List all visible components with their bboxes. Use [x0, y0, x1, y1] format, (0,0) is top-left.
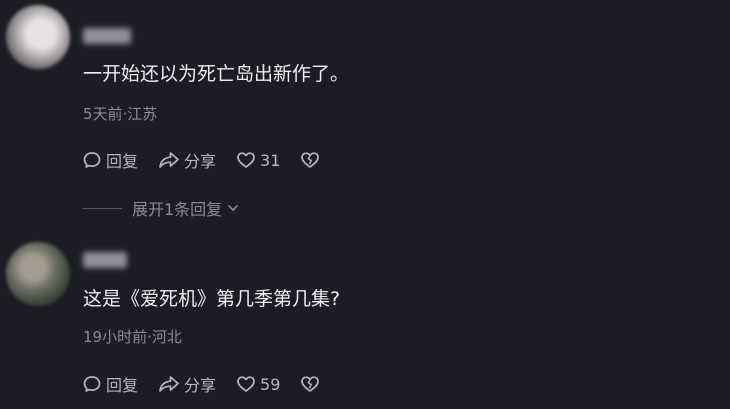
- expand-replies-label: 展开1条回复: [132, 200, 223, 219]
- comment-actions: 回复 分享 59: [82, 372, 320, 396]
- comment-text: 一开始还以为死亡岛出新作了。: [83, 63, 350, 85]
- username[interactable]: [83, 28, 131, 44]
- like-count: 59: [260, 374, 281, 394]
- username[interactable]: [83, 252, 127, 268]
- comment-section: 一开始还以为死亡岛出新作了。 5天前·江苏 回复 分享 31 展开1条回复 这是…: [0, 0, 730, 409]
- broken-heart-icon: [300, 150, 320, 170]
- share-button[interactable]: 分享: [158, 372, 216, 396]
- share-label: 分享: [184, 152, 217, 171]
- share-arrow-icon: [158, 150, 180, 170]
- broken-heart-icon: [300, 374, 320, 394]
- like-count: 31: [260, 150, 281, 170]
- comment-text: 这是《爱死机》第几季第几集?: [83, 288, 341, 310]
- share-label: 分享: [184, 376, 217, 395]
- comment-bubble-icon: [82, 150, 102, 170]
- heart-icon: [236, 374, 256, 394]
- comment-meta: 5天前·江苏: [83, 105, 158, 123]
- divider-line: [82, 207, 122, 209]
- comment-actions: 回复 分享 31: [82, 148, 320, 172]
- dislike-button[interactable]: [300, 150, 320, 170]
- reply-label: 回复: [106, 152, 139, 171]
- reply-label: 回复: [106, 376, 139, 395]
- like-button[interactable]: 59: [236, 374, 280, 394]
- share-button[interactable]: 分享: [158, 148, 216, 172]
- reply-button[interactable]: 回复: [82, 148, 138, 172]
- avatar[interactable]: [6, 242, 70, 306]
- chevron-down-icon: [228, 201, 240, 215]
- comment-meta: 19小时前·河北: [83, 328, 182, 346]
- share-arrow-icon: [158, 374, 180, 394]
- expand-replies-button[interactable]: 展开1条回复: [82, 196, 240, 220]
- like-button[interactable]: 31: [236, 150, 280, 170]
- heart-icon: [236, 150, 256, 170]
- reply-button[interactable]: 回复: [82, 372, 138, 396]
- comment-bubble-icon: [82, 374, 102, 394]
- dislike-button[interactable]: [300, 374, 320, 394]
- avatar[interactable]: [6, 5, 70, 69]
